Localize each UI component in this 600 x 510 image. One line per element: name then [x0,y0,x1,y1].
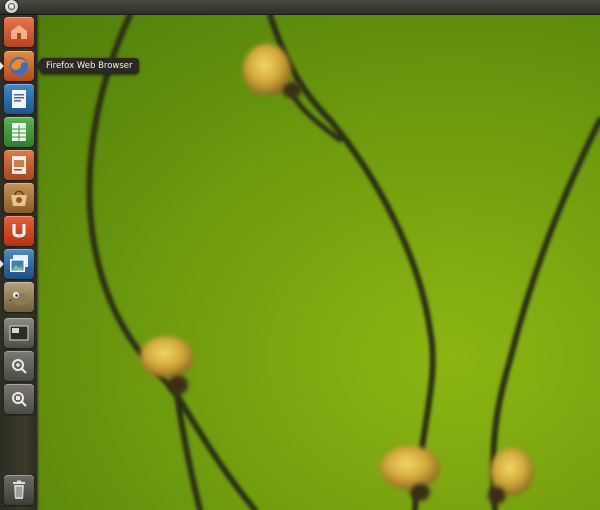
spreadsheet-icon [4,117,34,147]
firefox-icon [4,51,34,81]
launcher-gimp[interactable] [4,282,34,312]
apps-search-icon [4,351,34,381]
launcher-tooltip: Firefox Web Browser [35,58,139,74]
launcher-calc[interactable] [4,117,34,147]
ubuntu-logo-icon[interactable] [5,0,18,13]
launcher-writer[interactable] [4,84,34,114]
document-icon [4,84,34,114]
ubuntu-one-icon [4,216,34,246]
desktop-wallpaper [0,0,600,510]
gimp-icon [4,282,34,312]
launcher-impress[interactable] [4,150,34,180]
launcher-home-folder[interactable] [4,17,34,47]
trash-icon [4,475,34,505]
photo-icon [4,249,34,279]
presentation-icon [4,150,34,180]
launcher-image-viewer[interactable] [4,249,34,279]
files-search-icon [4,384,34,414]
wallpaper-plant-stems [86,12,600,510]
top-panel [0,0,600,15]
launcher-workspace-switcher[interactable] [4,318,34,348]
launcher-software-center[interactable] [4,183,34,213]
launcher-trash[interactable] [4,475,34,505]
home-folder-icon [4,17,34,47]
launcher-files-lens[interactable] [4,384,34,414]
shopping-bag-icon [4,183,34,213]
launcher [0,15,37,510]
launcher-ubuntu-one[interactable] [4,216,34,246]
workspaces-icon [4,318,34,348]
launcher-firefox[interactable] [4,51,34,81]
launcher-apps-lens[interactable] [4,351,34,381]
